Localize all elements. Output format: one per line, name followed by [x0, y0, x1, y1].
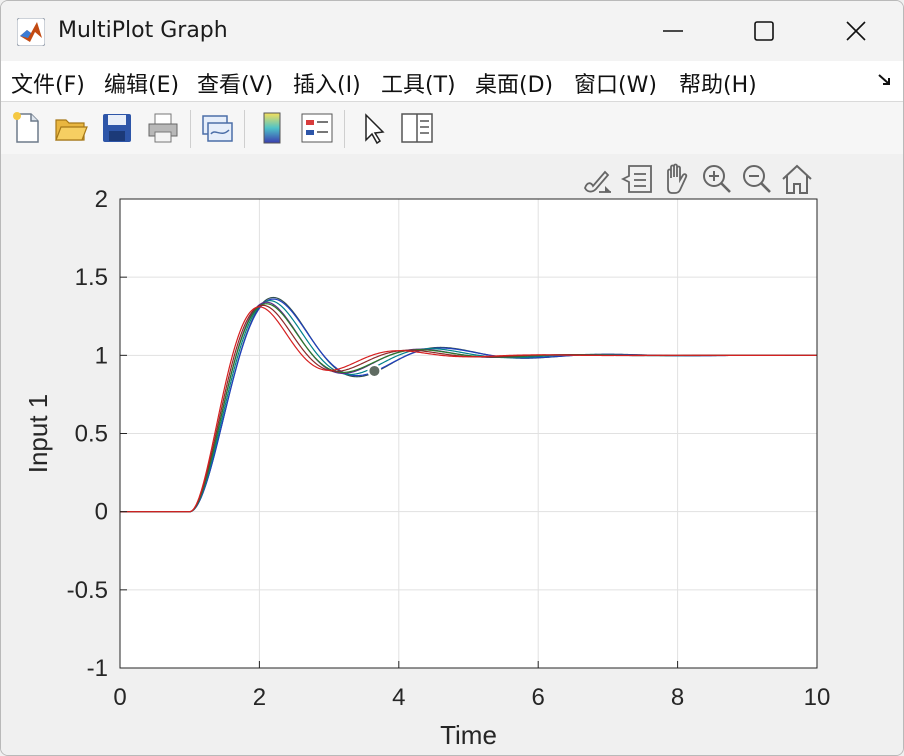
property-inspector-icon[interactable] [399, 110, 435, 146]
x-tick-label: 4 [392, 684, 405, 711]
overflow-arrow-icon[interactable] [877, 73, 893, 87]
x-axis-label: Time [440, 720, 497, 750]
y-tick-label: 2 [95, 186, 108, 213]
x-tick-label: 2 [253, 684, 266, 711]
figure-canvas: 0 2 4 6 8 10 -1 -0.5 0 0.5 1 1.5 2 Time Input 1 [1, 154, 903, 755]
menu-insert[interactable]: 插入(I) [293, 67, 361, 99]
link-plot-icon[interactable] [199, 110, 235, 146]
y-tick-labels: -1 -0.5 0 0.5 1 1.5 2 [67, 186, 108, 682]
minimize-icon [663, 30, 683, 32]
insert-colorbar-icon[interactable] [254, 110, 290, 146]
save-icon[interactable] [99, 110, 135, 146]
new-figure-icon[interactable] [9, 110, 45, 146]
y-tick-label: 1 [95, 342, 108, 369]
close-button[interactable] [809, 1, 901, 61]
x-tick-label: 8 [671, 684, 684, 711]
maximize-button[interactable] [717, 1, 809, 61]
plot-svg: 0 2 4 6 8 10 -1 -0.5 0 0.5 1 1.5 2 Time Input 1 [23, 186, 830, 750]
y-tick-label: 0 [95, 499, 108, 526]
open-file-icon[interactable] [53, 110, 89, 146]
insert-legend-icon[interactable] [299, 110, 335, 146]
menu-tools[interactable]: 工具(T) [381, 67, 456, 99]
y-tick-label: 0.5 [75, 421, 108, 448]
y-tick-label: -1 [87, 655, 108, 682]
menu-bar: 文件(F) 编辑(E) 查看(V) 插入(I) 工具(T) 桌面(D) 窗口(W… [1, 61, 903, 101]
edit-plot-arrow-icon[interactable] [356, 110, 392, 146]
matlab-app-icon [17, 18, 45, 46]
x-tick-label: 10 [804, 684, 831, 711]
menu-file[interactable]: 文件(F) [11, 67, 85, 99]
y-tick-label: -0.5 [67, 577, 108, 604]
title-bar[interactable]: MultiPlot Graph [1, 1, 903, 61]
menu-desktop[interactable]: 桌面(D) [475, 67, 553, 99]
x-tick-label: 6 [532, 684, 545, 711]
toolbar-separator [244, 110, 245, 148]
toolbar-separator [344, 110, 345, 148]
close-icon [846, 21, 866, 41]
menu-edit[interactable]: 编辑(E) [104, 67, 179, 99]
print-icon[interactable] [145, 110, 181, 146]
y-tick-label: 1.5 [75, 264, 108, 291]
x-tick-labels: 0 2 4 6 8 10 [113, 684, 830, 711]
figure-toolbar [1, 101, 903, 155]
data-marker[interactable] [367, 363, 382, 378]
x-tick-label: 0 [113, 684, 126, 711]
y-axis-label: Input 1 [23, 394, 53, 474]
minimize-button[interactable] [626, 1, 718, 61]
maximize-icon [754, 21, 774, 41]
window-title: MultiPlot Graph [58, 18, 228, 43]
toolbar-separator [190, 110, 191, 148]
menu-help[interactable]: 帮助(H) [679, 67, 757, 99]
menu-window[interactable]: 窗口(W) [574, 67, 657, 99]
figure-window: MultiPlot Graph 文件(F) 编辑(E) 查看(V) 插入(I) … [0, 0, 904, 756]
menu-view[interactable]: 查看(V) [197, 67, 273, 99]
